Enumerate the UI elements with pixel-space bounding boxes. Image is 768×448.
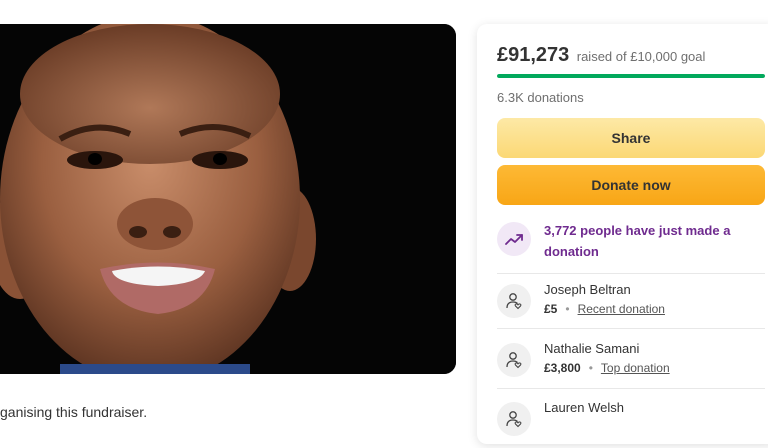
donations-count: 6.3K donations <box>497 90 584 105</box>
divider <box>497 328 765 329</box>
donor-amount: £3,800 <box>544 361 581 375</box>
divider <box>497 388 765 389</box>
goal-text: raised of £10,000 goal <box>576 49 706 64</box>
share-button[interactable]: Share <box>497 118 765 158</box>
user-heart-icon <box>497 343 531 377</box>
trend-text: 3,772 people have just made a donation <box>544 223 731 259</box>
donor-amount: £5 <box>544 302 558 316</box>
donor-meta: £3,800 • Top donation <box>544 361 670 375</box>
recent-donations-trend: 3,772 people have just made a donation <box>497 220 765 268</box>
donor-meta: £5 • Recent donation <box>544 302 665 316</box>
donor-item: Lauren Welsh <box>497 398 765 448</box>
raised-summary: £91,273 raised of £10,000 goal <box>497 44 705 67</box>
progress-bar <box>497 74 765 78</box>
donor-item: Nathalie Samani £3,800 • Top donation <box>497 339 765 389</box>
user-heart-icon <box>497 284 531 318</box>
donor-name: Nathalie Samani <box>544 341 640 356</box>
donor-name: Joseph Beltran <box>544 282 631 297</box>
campaign-hero-image <box>0 24 456 374</box>
progress-bar-fill <box>497 74 765 78</box>
raised-amount: £91,273 <box>497 44 570 66</box>
recent-donation-link[interactable]: Recent donation <box>578 302 665 316</box>
user-heart-icon <box>497 402 531 436</box>
donate-now-button[interactable]: Donate now <box>497 165 765 205</box>
donation-card: £91,273 raised of £10,000 goal 6.3K dona… <box>477 24 768 444</box>
separator-dot: • <box>588 361 593 375</box>
organiser-text: ganising this fundraiser. <box>0 404 148 420</box>
donor-item: Joseph Beltran £5 • Recent donation <box>497 280 765 330</box>
trending-up-icon <box>497 222 531 256</box>
donor-name: Lauren Welsh <box>544 400 624 415</box>
separator-dot: • <box>565 302 570 316</box>
top-donation-link[interactable]: Top donation <box>601 361 670 375</box>
child-portrait-image <box>0 24 456 374</box>
divider <box>497 273 765 274</box>
